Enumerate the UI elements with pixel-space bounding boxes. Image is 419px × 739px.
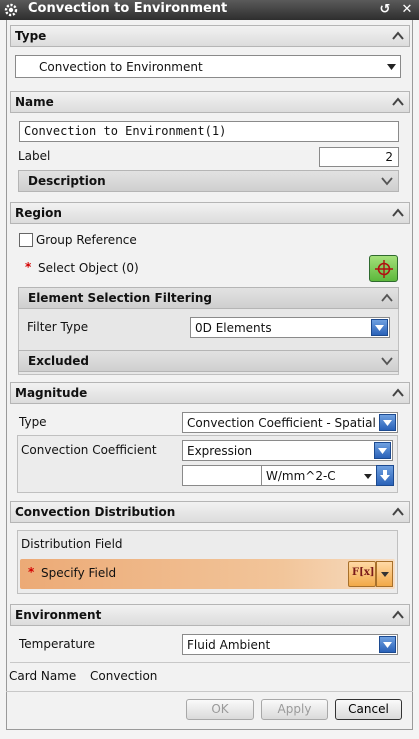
- environment-section-header[interactable]: Environment: [10, 604, 410, 626]
- group-reference-checkbox[interactable]: [19, 233, 33, 247]
- title-bar: Convection to Environment ↺ ✕: [0, 0, 419, 20]
- label-input[interactable]: 2: [319, 147, 399, 167]
- chevron-down-icon[interactable]: [381, 356, 393, 366]
- chevron-up-icon[interactable]: [391, 95, 405, 109]
- magnitude-type-arrow[interactable]: [379, 414, 396, 431]
- cancel-button[interactable]: Cancel: [335, 699, 402, 720]
- description-header[interactable]: Description: [18, 170, 399, 192]
- crosshair-icon: [375, 260, 393, 278]
- chevron-up-icon[interactable]: [391, 206, 405, 220]
- expression-value-input[interactable]: [182, 465, 262, 486]
- reset-icon[interactable]: ↺: [377, 2, 393, 18]
- apply-button[interactable]: Apply: [261, 699, 328, 720]
- chevron-up-icon[interactable]: [391, 29, 405, 43]
- dropdown-arrow-icon: [383, 642, 392, 648]
- dropdown-arrow-icon: [364, 474, 372, 479]
- magnitude-type-select[interactable]: Convection Coefficient - Spatial: [182, 412, 398, 433]
- group-reference-label: Group Reference: [36, 233, 137, 247]
- type-select[interactable]: Convection to Environment: [15, 55, 401, 78]
- temperature-value: Fluid Ambient: [187, 638, 271, 652]
- distribution-section-title: Convection Distribution: [15, 505, 176, 519]
- unit-value: W/mm^2-C: [266, 469, 336, 483]
- name-input[interactable]: Convection to Environment(1): [19, 121, 399, 142]
- filter-type-select[interactable]: 0D Elements: [190, 317, 390, 338]
- chevron-down-icon[interactable]: [381, 176, 393, 186]
- expression-menu-button[interactable]: [376, 465, 394, 486]
- coefficient-label: Convection Coefficient: [21, 443, 157, 457]
- dropdown-arrow-icon: [381, 572, 389, 577]
- window-title: Convection to Environment: [28, 1, 228, 16]
- dropdown-arrow-icon: [387, 64, 396, 70]
- card-name-label: Card Name: [9, 669, 77, 683]
- specify-field-label: Specify Field: [41, 566, 117, 580]
- chevron-up-icon[interactable]: [391, 386, 405, 400]
- temperature-arrow[interactable]: [379, 636, 396, 653]
- region-section-title: Region: [15, 206, 62, 220]
- magnitude-section-header[interactable]: Magnitude: [10, 382, 410, 404]
- function-menu-button[interactable]: [376, 561, 393, 587]
- required-asterisk: *: [28, 565, 35, 579]
- distribution-field-label: Distribution Field: [21, 537, 123, 551]
- card-name-value: Convection: [90, 669, 158, 683]
- unit-select[interactable]: W/mm^2-C: [261, 465, 377, 486]
- function-field-button[interactable]: F[x]: [348, 561, 376, 587]
- temperature-select[interactable]: Fluid Ambient: [182, 634, 398, 655]
- select-object-button[interactable]: [369, 255, 398, 282]
- label-caption: Label: [18, 149, 51, 163]
- temperature-label: Temperature: [19, 637, 96, 651]
- type-select-value: Convection to Environment: [39, 60, 203, 74]
- chevron-up-icon[interactable]: [381, 293, 393, 303]
- chevron-up-icon[interactable]: [391, 505, 405, 519]
- chevron-up-icon[interactable]: [391, 608, 405, 622]
- dropdown-arrow-icon: [383, 420, 392, 426]
- select-object-label: Select Object (0): [38, 261, 139, 275]
- divider: [10, 662, 410, 663]
- gear-icon[interactable]: [3, 2, 19, 18]
- type-section-header[interactable]: Type: [10, 25, 410, 47]
- required-asterisk: *: [25, 260, 32, 274]
- function-icon: F[x]: [352, 567, 375, 578]
- excluded-title: Excluded: [28, 354, 90, 368]
- description-title: Description: [28, 174, 106, 188]
- magnitude-type-value: Convection Coefficient - Spatial: [187, 416, 376, 430]
- coefficient-method-arrow[interactable]: [374, 442, 391, 459]
- type-section-title: Type: [15, 29, 47, 43]
- filter-type-label: Filter Type: [27, 320, 89, 334]
- magnitude-type-label: Type: [19, 415, 47, 429]
- dropdown-arrow-icon: [378, 448, 387, 454]
- dropdown-arrow-icon: [375, 325, 384, 331]
- close-icon[interactable]: ✕: [399, 2, 415, 18]
- ok-button[interactable]: OK: [186, 699, 254, 720]
- arrow-down-icon: [380, 470, 390, 481]
- name-section-header[interactable]: Name: [10, 91, 410, 113]
- filter-type-value: 0D Elements: [195, 321, 272, 335]
- filter-type-arrow[interactable]: [371, 319, 388, 336]
- distribution-section-header[interactable]: Convection Distribution: [10, 501, 410, 523]
- coefficient-method-value: Expression: [187, 444, 253, 458]
- coefficient-method-select[interactable]: Expression: [182, 440, 393, 461]
- region-section-header[interactable]: Region: [10, 202, 410, 224]
- name-section-title: Name: [15, 95, 54, 109]
- excluded-header[interactable]: Excluded: [18, 350, 399, 372]
- environment-section-title: Environment: [15, 608, 102, 622]
- filtering-title: Element Selection Filtering: [28, 291, 212, 305]
- filtering-header[interactable]: Element Selection Filtering: [18, 287, 399, 309]
- dialog-bottom-border: [6, 729, 413, 730]
- magnitude-section-title: Magnitude: [15, 386, 88, 400]
- divider: [6, 691, 413, 692]
